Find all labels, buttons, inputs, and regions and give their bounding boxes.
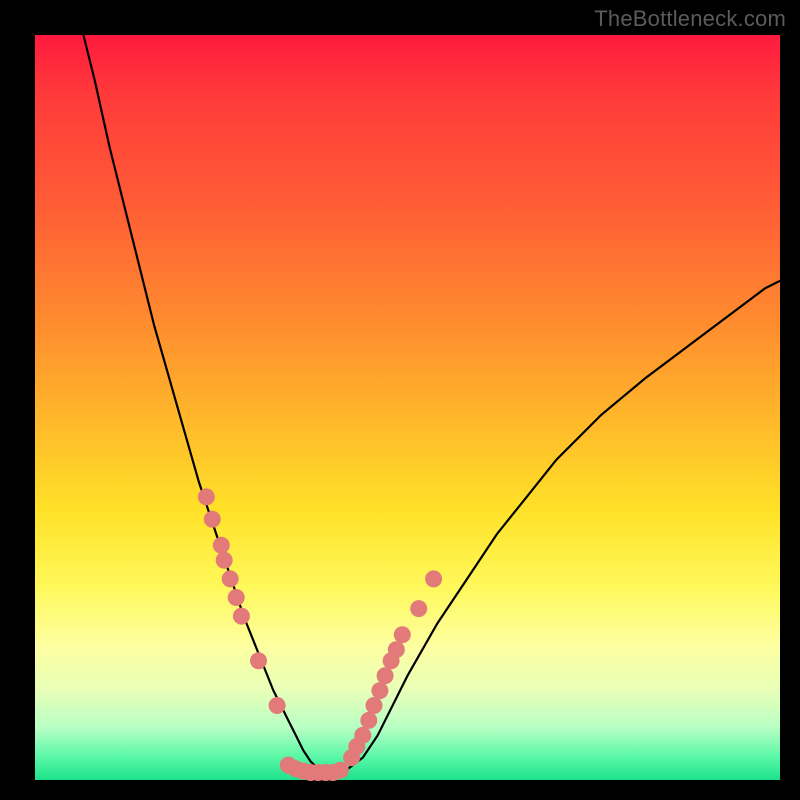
chart-marker [228,589,245,606]
chart-markers [198,488,442,781]
chart-marker [204,511,221,528]
chart-marker [371,682,388,699]
chart-svg [35,35,780,780]
chart-marker [366,697,383,714]
chart-curve [80,20,780,772]
chart-marker [377,667,394,684]
chart-marker [354,727,371,744]
chart-marker [388,641,405,658]
chart-marker [394,626,411,643]
chart-marker [233,608,250,625]
chart-marker [425,570,442,587]
chart-marker [213,537,230,554]
watermark-text: TheBottleneck.com [594,6,786,32]
chart-marker [360,712,377,729]
chart-marker [198,488,215,505]
chart-marker [332,762,349,779]
chart-marker [250,652,267,669]
chart-plot-area [35,35,780,780]
chart-frame: TheBottleneck.com [0,0,800,800]
chart-marker [222,570,239,587]
chart-marker [410,600,427,617]
chart-marker [269,697,286,714]
chart-marker [216,552,233,569]
